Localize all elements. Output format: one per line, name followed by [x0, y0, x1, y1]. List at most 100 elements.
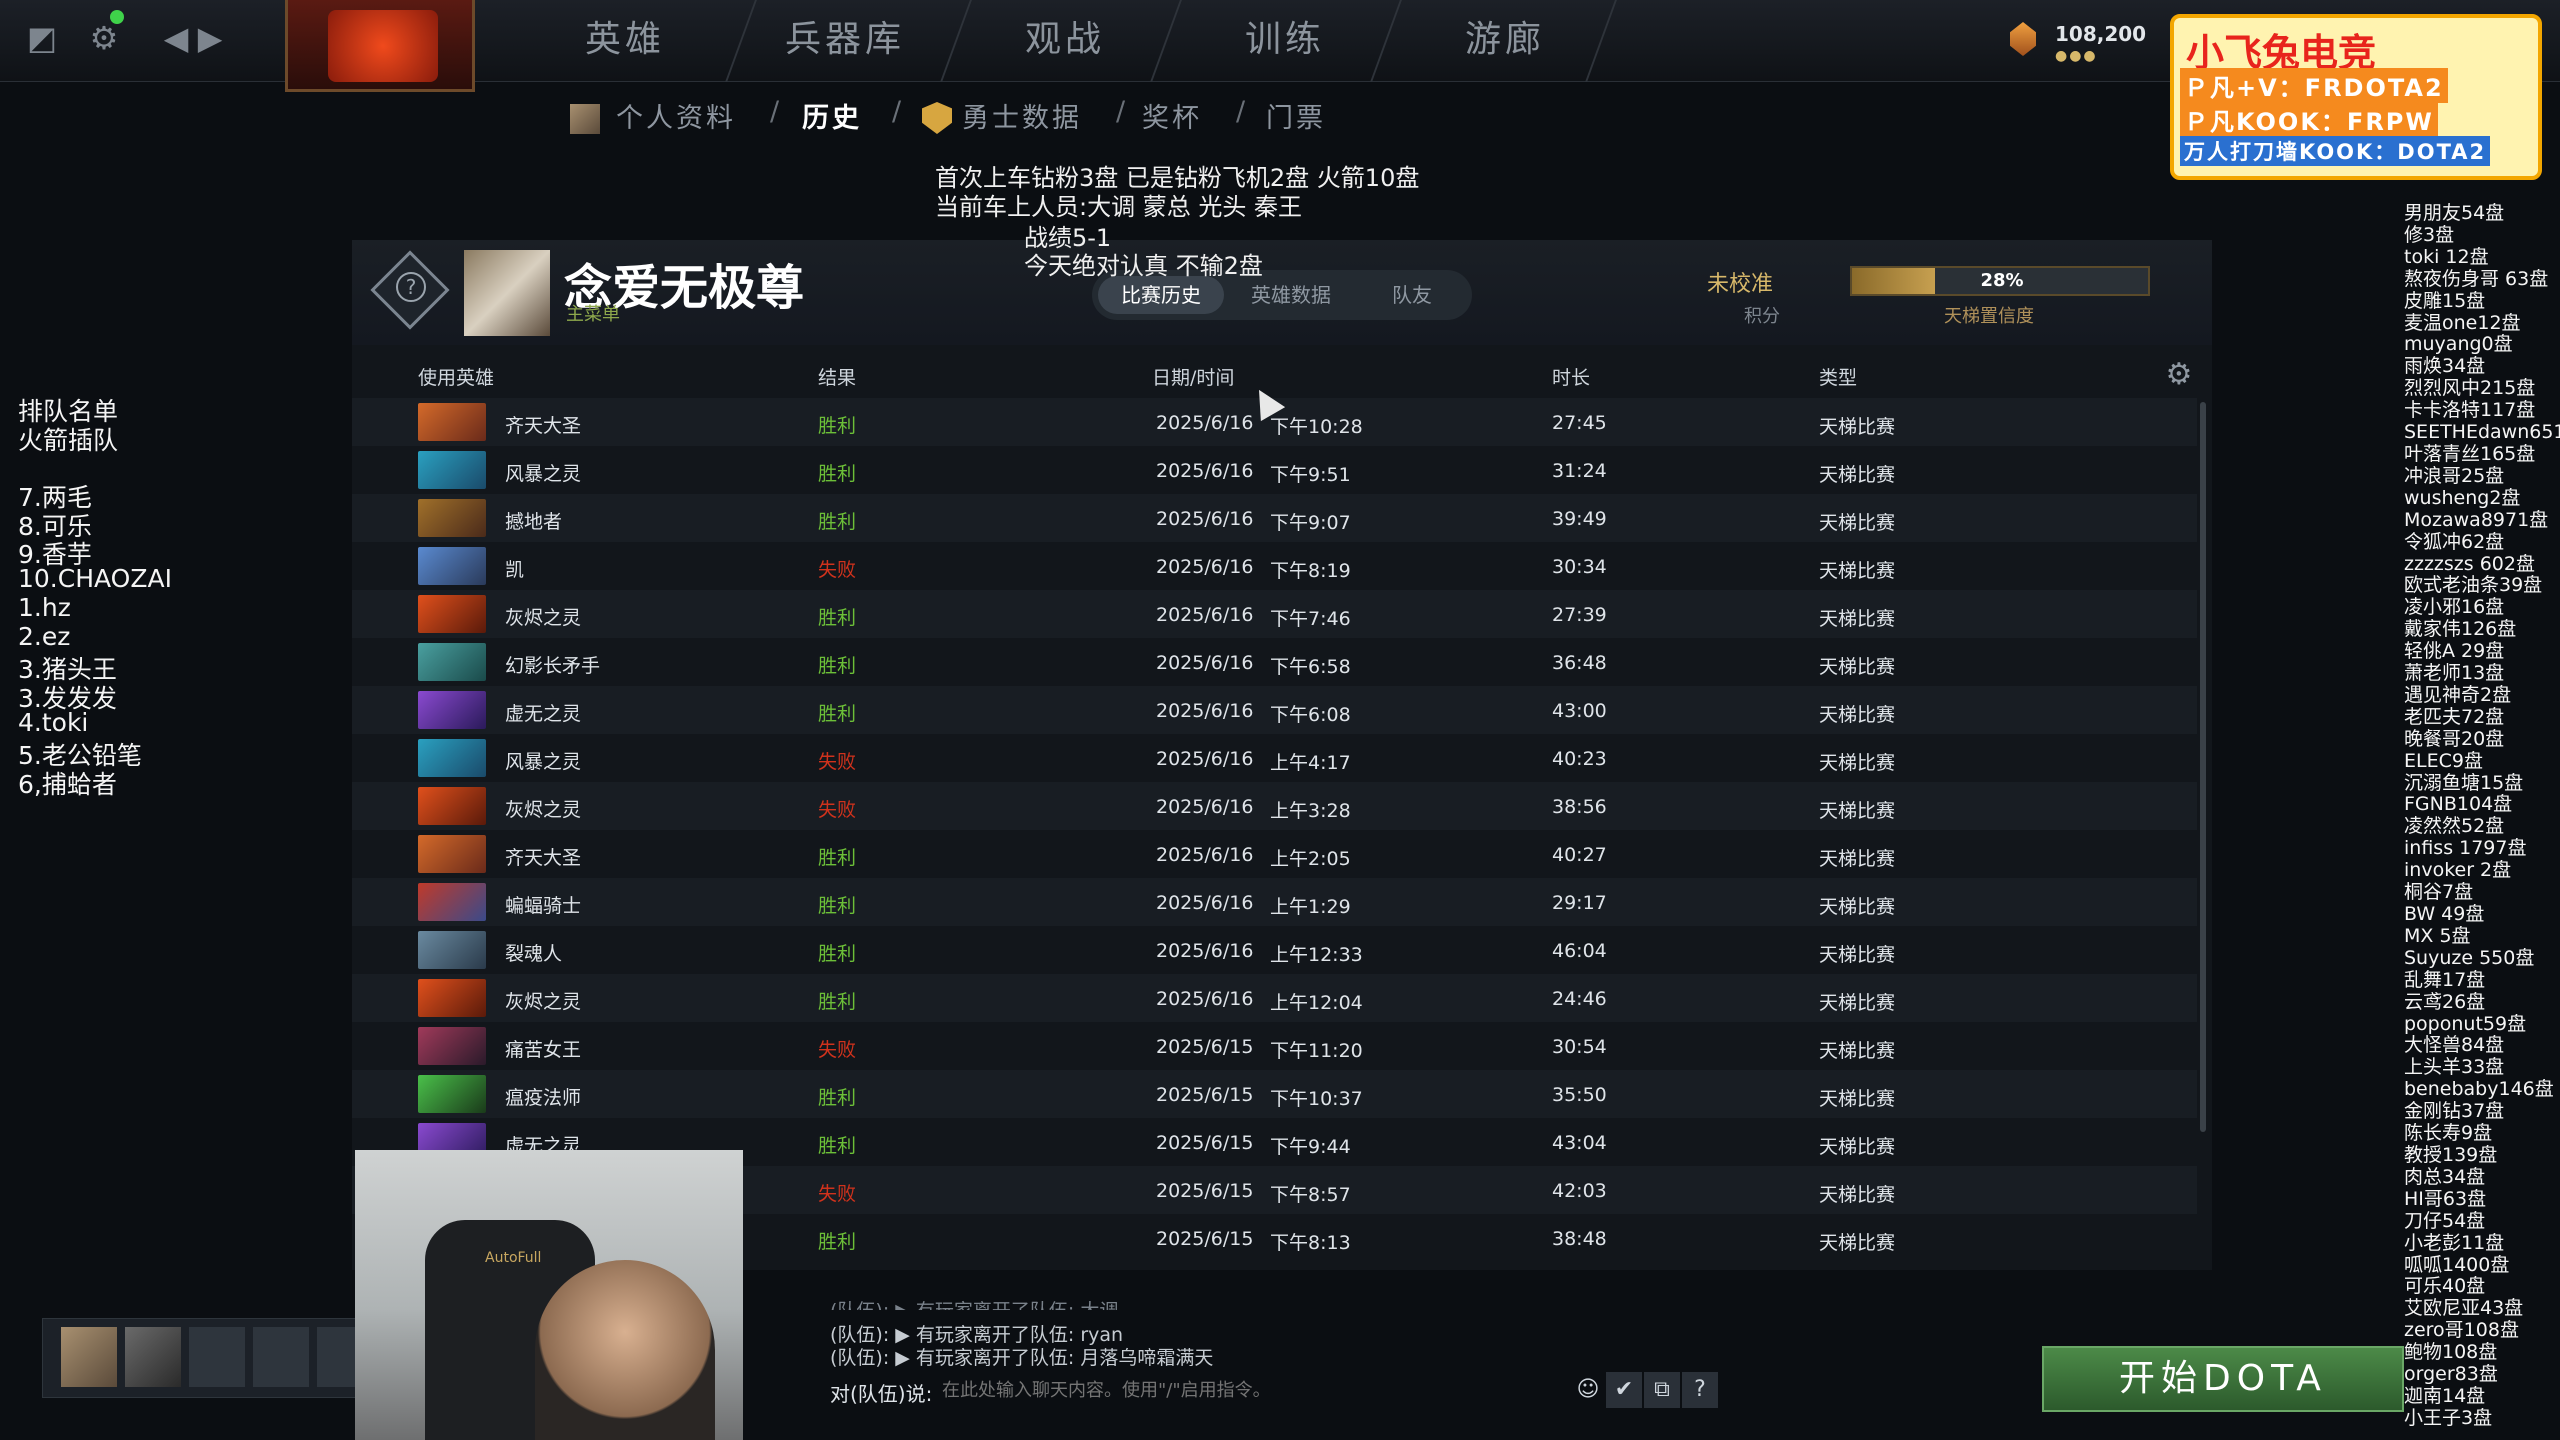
party-slot-2[interactable] [125, 1327, 181, 1387]
chat-channel-label[interactable]: 对(队伍)说: [830, 1378, 932, 1407]
play-dota-button[interactable]: 开始DOTA [2042, 1346, 2404, 1412]
subnav-profile[interactable]: 个人资料 [616, 96, 736, 135]
match-duration: 39:49 [1552, 508, 1607, 530]
table-scrollbar[interactable] [2200, 402, 2206, 1132]
match-result: 失败 [818, 799, 857, 821]
col-type[interactable]: 类型 [1819, 363, 1857, 390]
subnav-trophies[interactable]: 奖杯 [1142, 96, 1202, 135]
nav-armory[interactable]: 兵器库 [785, 10, 905, 70]
match-duration: 31:24 [1552, 460, 1607, 482]
streamer-logo: 小飞兔电竞 Ｐ凡+V：FRDOTA2 Ｐ凡KOOK：FRPW 万人打刀墙KOOK… [2170, 14, 2542, 180]
match-duration: 46:04 [1552, 940, 1607, 962]
match-date: 2025/6/15 [1156, 1036, 1254, 1058]
table-row[interactable]: 灰烬之灵 胜利 2025/6/16 上午12:04 24:46 天梯比赛 [352, 974, 2197, 1022]
settings-gear-icon[interactable]: ⚙ [84, 18, 124, 58]
dota-home-button[interactable] [285, 0, 475, 92]
profile-header: ? 念爱无极尊 主菜单 比赛历史 英雄数据 队友 未校准 积分 28% 天梯置信… [352, 240, 2212, 345]
table-row[interactable]: 齐天大圣 胜利 2025/6/16 上午2:05 40:27 天梯比赛 [352, 830, 2197, 878]
match-time: 下午10:28 [1270, 416, 1363, 438]
nav-heroes[interactable]: 英雄 [585, 10, 665, 70]
table-row[interactable]: 凯 失败 2025/6/16 下午8:19 30:34 天梯比赛 [352, 542, 2197, 590]
viewer-list-item: 萧老师13盘 [2404, 663, 2505, 685]
viewer-list-item: 叶落青丝165盘 [2404, 443, 2536, 465]
expand-chat-icon[interactable]: ⧉ [1644, 1372, 1680, 1408]
match-type: 天梯比赛 [1819, 1184, 1896, 1206]
logo-line-2: Ｐ凡KOOK：FRPW [2180, 102, 2438, 137]
hero-portrait [418, 835, 486, 873]
match-result: 失败 [818, 1183, 857, 1205]
table-settings-gear-icon[interactable]: ⚙ [2162, 358, 2196, 392]
table-row[interactable]: 痛苦女王 失败 2025/6/15 下午11:20 30:54 天梯比赛 [352, 1022, 2197, 1070]
chat-input[interactable] [940, 1374, 1380, 1406]
viewer-list-item: 小老彭11盘 [2404, 1232, 2505, 1254]
streamer [535, 1260, 715, 1440]
viewer-list-item: 麦温one12盘 [2404, 312, 2521, 334]
hero-name: 风暴之灵 [505, 463, 582, 485]
table-header: 使用英雄 结果 日期/时间 时长 类型 [352, 355, 2212, 395]
match-duration: 43:00 [1552, 700, 1607, 722]
match-time: 下午9:51 [1270, 464, 1351, 486]
table-row[interactable]: 风暴之灵 胜利 2025/6/16 下午9:51 31:24 天梯比赛 [352, 446, 2197, 494]
hero-name: 灰烬之灵 [505, 607, 582, 629]
hero-portrait [418, 931, 486, 969]
ladder-confidence-label: 天梯置信度 [1944, 306, 2034, 327]
table-row[interactable]: 风暴之灵 失败 2025/6/16 上午4:17 40:23 天梯比赛 [352, 734, 2197, 782]
party-slot-4[interactable] [253, 1327, 309, 1387]
tab-match-history[interactable]: 比赛历史 [1098, 276, 1224, 314]
subnav-stats[interactable]: 勇士数据 [962, 96, 1082, 135]
table-row[interactable]: 撼地者 胜利 2025/6/16 下午9:07 39:49 天梯比赛 [352, 494, 2197, 542]
party-slot-1[interactable] [61, 1327, 117, 1387]
tab-teammates[interactable]: 队友 [1358, 276, 1466, 314]
table-row[interactable]: 幻影长矛手 胜利 2025/6/16 下午6:58 36:48 天梯比赛 [352, 638, 2197, 686]
table-row[interactable]: 灰烬之灵 失败 2025/6/16 上午3:28 38:56 天梯比赛 [352, 782, 2197, 830]
hero-portrait [418, 643, 486, 681]
forward-arrow-icon[interactable]: ▶ [190, 18, 230, 58]
nav-arcade[interactable]: 游廊 [1465, 10, 1545, 70]
dota-plus-icon[interactable]: ◩ [22, 18, 62, 58]
viewer-list-item: 乱舞17盘 [2404, 969, 2486, 991]
nav-watch[interactable]: 观战 [1025, 10, 1105, 70]
match-duration: 24:46 [1552, 988, 1607, 1010]
viewer-list-item: FGNB104盘 [2404, 794, 2513, 816]
hero-name: 凯 [505, 559, 525, 581]
party-slot-5[interactable] [317, 1327, 357, 1387]
match-time: 下午8:13 [1270, 1232, 1351, 1254]
table-row[interactable]: 瘟疫法师 胜利 2025/6/15 下午10:37 35:50 天梯比赛 [352, 1070, 2197, 1118]
party-slot-3[interactable] [189, 1327, 245, 1387]
viewer-list-item: 可乐40盘 [2404, 1276, 2486, 1298]
subnav-tickets[interactable]: 门票 [1266, 96, 1326, 135]
col-duration[interactable]: 时长 [1552, 363, 1590, 390]
table-row[interactable]: 虚无之灵 胜利 2025/6/16 下午6:08 43:00 天梯比赛 [352, 686, 2197, 734]
queue-item: 2.ez [18, 621, 71, 651]
match-result: 失败 [818, 1039, 857, 1061]
viewer-list-item: muyang0盘 [2404, 334, 2513, 356]
col-result[interactable]: 结果 [818, 363, 856, 390]
match-type: 天梯比赛 [1819, 752, 1896, 774]
player-avatar[interactable] [464, 250, 550, 336]
match-duration: 30:54 [1552, 1036, 1607, 1058]
viewer-list-item: zero哥108盘 [2404, 1320, 2519, 1342]
match-date: 2025/6/16 [1156, 988, 1254, 1010]
col-hero[interactable]: 使用英雄 [418, 363, 494, 390]
viewer-list-item: 晚餐哥20盘 [2404, 728, 2505, 750]
col-datetime[interactable]: 日期/时间 [1152, 363, 1234, 390]
subnav-history[interactable]: 历史 [802, 96, 862, 135]
table-row[interactable]: 灰烬之灵 胜利 2025/6/16 下午7:46 27:39 天梯比赛 [352, 590, 2197, 638]
tab-hero-stats[interactable]: 英雄数据 [1228, 276, 1354, 314]
viewer-list-item: 云鸢26盘 [2404, 991, 2486, 1013]
emoji-icon[interactable]: ☺ [1570, 1372, 1606, 1408]
match-duration: 42:03 [1552, 1180, 1607, 1202]
table-row[interactable]: 蝙蝠骑士 胜利 2025/6/16 上午1:29 29:17 天梯比赛 [352, 878, 2197, 926]
viewer-list-item: 烈烈风中215盘 [2404, 378, 2536, 400]
hero-portrait [418, 547, 486, 585]
match-time: 下午11:20 [1270, 1040, 1363, 1062]
match-duration: 36:48 [1552, 652, 1607, 674]
check-icon[interactable]: ✔ [1606, 1372, 1642, 1408]
viewer-list-item: 轻佻A 29盘 [2404, 641, 2505, 663]
help-icon[interactable]: ? [1682, 1372, 1718, 1408]
table-row[interactable]: 裂魂人 胜利 2025/6/16 上午12:33 46:04 天梯比赛 [352, 926, 2197, 974]
viewer-list-item: 上头羊33盘 [2404, 1057, 2505, 1079]
match-date: 2025/6/15 [1156, 1180, 1254, 1202]
nav-learn[interactable]: 训练 [1245, 10, 1325, 70]
viewer-list-item: 令狐冲62盘 [2404, 531, 2505, 553]
